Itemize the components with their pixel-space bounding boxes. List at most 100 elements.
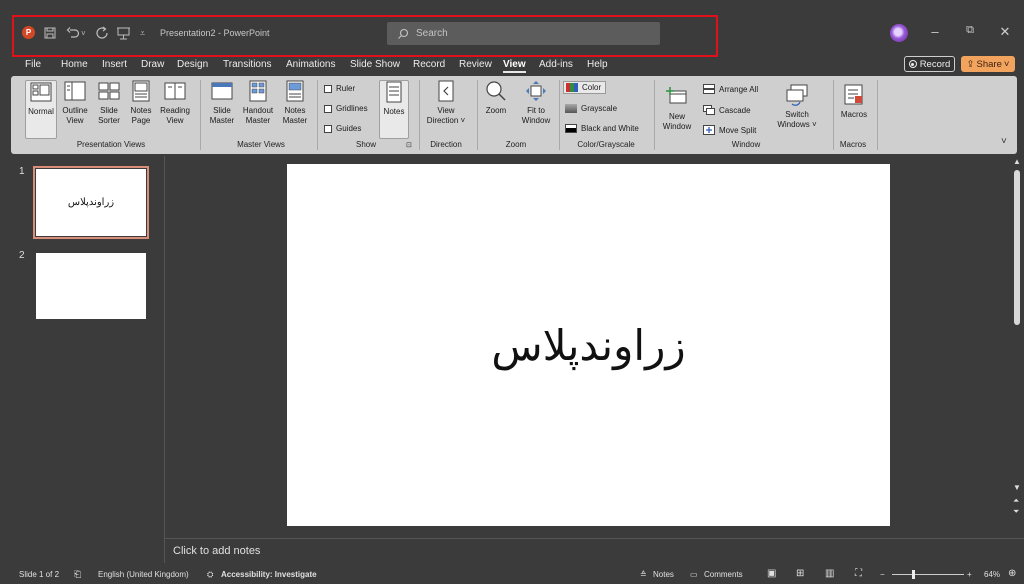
tab-draw[interactable]: Draw [141, 59, 164, 70]
account-avatar[interactable] [890, 24, 908, 42]
tab-insert[interactable]: Insert [102, 59, 127, 70]
new-window-icon [666, 86, 688, 108]
restore-icon[interactable]: ⧉ [960, 24, 980, 37]
move-split-button[interactable]: Move Split [703, 125, 756, 135]
dialog-launcher-icon[interactable]: ⊡ [406, 141, 412, 149]
tab-record[interactable]: Record [413, 59, 445, 70]
slide-sorter-status-icon[interactable]: ⊞ [796, 568, 804, 579]
normal-view-status-icon[interactable]: ▣ [767, 568, 776, 579]
search-input[interactable]: Search [387, 22, 660, 45]
collapse-ribbon-icon[interactable]: ˅ [1001, 136, 1007, 147]
normal-view-label: Normal [28, 107, 54, 116]
zoom-in-icon[interactable]: + [967, 570, 972, 579]
scroll-up-arrow-icon[interactable]: ▲ [1013, 157, 1021, 166]
handout-master-button[interactable]: Handout Master [240, 80, 276, 126]
comments-status-button[interactable]: Comments [704, 570, 743, 579]
gridlines-checkbox[interactable]: Gridlines [324, 104, 368, 113]
tab-help[interactable]: Help [587, 59, 608, 70]
accessibility-status[interactable]: Accessibility: Investigate [221, 570, 317, 579]
slide-show-status-icon[interactable]: ⛶ [855, 568, 862, 579]
slide-title-text[interactable]: زراوندپلاس [491, 321, 685, 370]
ribbon-tabs: File Home Insert Draw Design Transitions… [0, 56, 1024, 76]
tab-file[interactable]: File [25, 59, 41, 70]
share-button[interactable]: ⇪ Share ˅ [961, 56, 1015, 72]
checkbox-box [324, 84, 332, 93]
tab-add-ins[interactable]: Add-ins [539, 59, 573, 70]
previous-slide-icon[interactable]: ⏶ [1013, 496, 1019, 506]
customize-toolbar-icon[interactable]: ⩡ [140, 25, 145, 41]
notes-master-button[interactable]: Notes Master [280, 80, 310, 126]
zoom-label: Zoom [485, 106, 507, 115]
slide-sorter-label-1: Slide [100, 106, 118, 115]
group-label-macros: Macros [839, 140, 867, 149]
language-status[interactable]: English (United Kingdom) [98, 570, 189, 579]
view-direction-button[interactable]: View Direction ˅ [421, 80, 471, 126]
checkbox-box [324, 124, 332, 133]
switch-windows-icon [786, 84, 808, 106]
zoom-out-icon[interactable]: − [880, 570, 885, 579]
start-presentation-icon[interactable] [117, 25, 130, 41]
tab-transitions[interactable]: Transitions [223, 59, 272, 70]
switch-windows-button[interactable]: Switch Windows ˅ [777, 84, 817, 130]
handout-master-label-1: Handout [242, 106, 274, 115]
reading-view-status-icon[interactable]: ▥ [825, 568, 834, 579]
reading-view-button[interactable]: Reading View [159, 80, 191, 126]
normal-view-button[interactable]: Normal [25, 80, 57, 139]
tab-review[interactable]: Review [459, 59, 492, 70]
slide-sorter-button[interactable]: Slide Sorter [95, 80, 123, 126]
tab-home[interactable]: Home [61, 59, 88, 70]
vertical-scrollbar-thumb[interactable] [1014, 170, 1020, 325]
zoom-slider-knob[interactable] [912, 570, 915, 579]
macros-button[interactable]: Macros [837, 84, 871, 120]
notes-toggle-button[interactable]: Notes [379, 80, 409, 139]
slide-master-button[interactable]: Slide Master [207, 80, 237, 126]
accessibility-icon[interactable]: ⛭ [207, 570, 213, 580]
cascade-button[interactable]: Cascade [703, 105, 751, 115]
ruler-checkbox[interactable]: Ruler [324, 84, 355, 93]
tab-slide-show[interactable]: Slide Show [350, 59, 400, 70]
pane-divider[interactable] [164, 156, 165, 563]
view-direction-label-1: View [437, 106, 455, 115]
fit-window-icon [525, 80, 547, 102]
zoom-button[interactable]: Zoom [481, 80, 511, 116]
tab-animations[interactable]: Animations [286, 59, 335, 70]
notes-icon[interactable]: ≙ [640, 570, 647, 579]
zoom-percentage[interactable]: 64% [984, 570, 1000, 579]
new-window-button[interactable]: New Window [659, 86, 695, 132]
scroll-down-arrow-icon[interactable]: ▼ [1013, 483, 1021, 492]
notes-status-button[interactable]: Notes [653, 570, 674, 579]
slide-thumbnail[interactable] [36, 253, 146, 319]
close-icon[interactable]: ✕ [995, 24, 1015, 40]
slide-thumbnail[interactable]: زراوندپلاس [33, 166, 149, 239]
color-button[interactable]: Color [563, 81, 607, 94]
guides-checkbox[interactable]: Guides [324, 124, 361, 133]
zoom-slider[interactable] [892, 574, 964, 575]
next-slide-icon[interactable]: ⏷ [1013, 507, 1019, 517]
redo-icon[interactable] [95, 25, 109, 41]
notes-page-button[interactable]: Notes Page [127, 80, 155, 126]
slide-number: 1 [19, 166, 25, 177]
status-bar: Slide 1 of 2 ⎗ English (United Kingdom) … [0, 564, 1024, 584]
minimize-icon[interactable]: – [925, 24, 945, 39]
outline-view-label-2: View [66, 116, 84, 125]
slide-canvas[interactable]: زراوندپلاس [287, 164, 890, 526]
notes-page-icon [130, 80, 152, 102]
outline-view-button[interactable]: Outline View [60, 80, 90, 126]
spelling-icon[interactable]: ⎗ [74, 569, 81, 580]
save-icon[interactable] [44, 25, 56, 41]
record-button[interactable]: Record [904, 56, 955, 72]
fit-to-window-button[interactable]: Fit to Window [516, 80, 556, 126]
grayscale-button[interactable]: Grayscale [565, 104, 617, 113]
tab-view[interactable]: View [503, 59, 526, 73]
comments-icon[interactable]: ▭ [690, 570, 698, 579]
undo-dropdown-icon[interactable]: ˅ [81, 25, 86, 41]
arrange-all-icon [703, 84, 715, 94]
tab-design[interactable]: Design [177, 59, 208, 70]
notes-pane[interactable]: Click to add notes [164, 538, 1024, 564]
group-label-zoom: Zoom [505, 140, 527, 149]
arrange-all-button[interactable]: Arrange All [703, 84, 758, 94]
fit-slide-icon[interactable]: ⊕ [1008, 568, 1016, 579]
color-label: Color [582, 83, 602, 92]
undo-icon[interactable] [66, 25, 80, 41]
black-and-white-button[interactable]: Black and White [565, 124, 639, 133]
